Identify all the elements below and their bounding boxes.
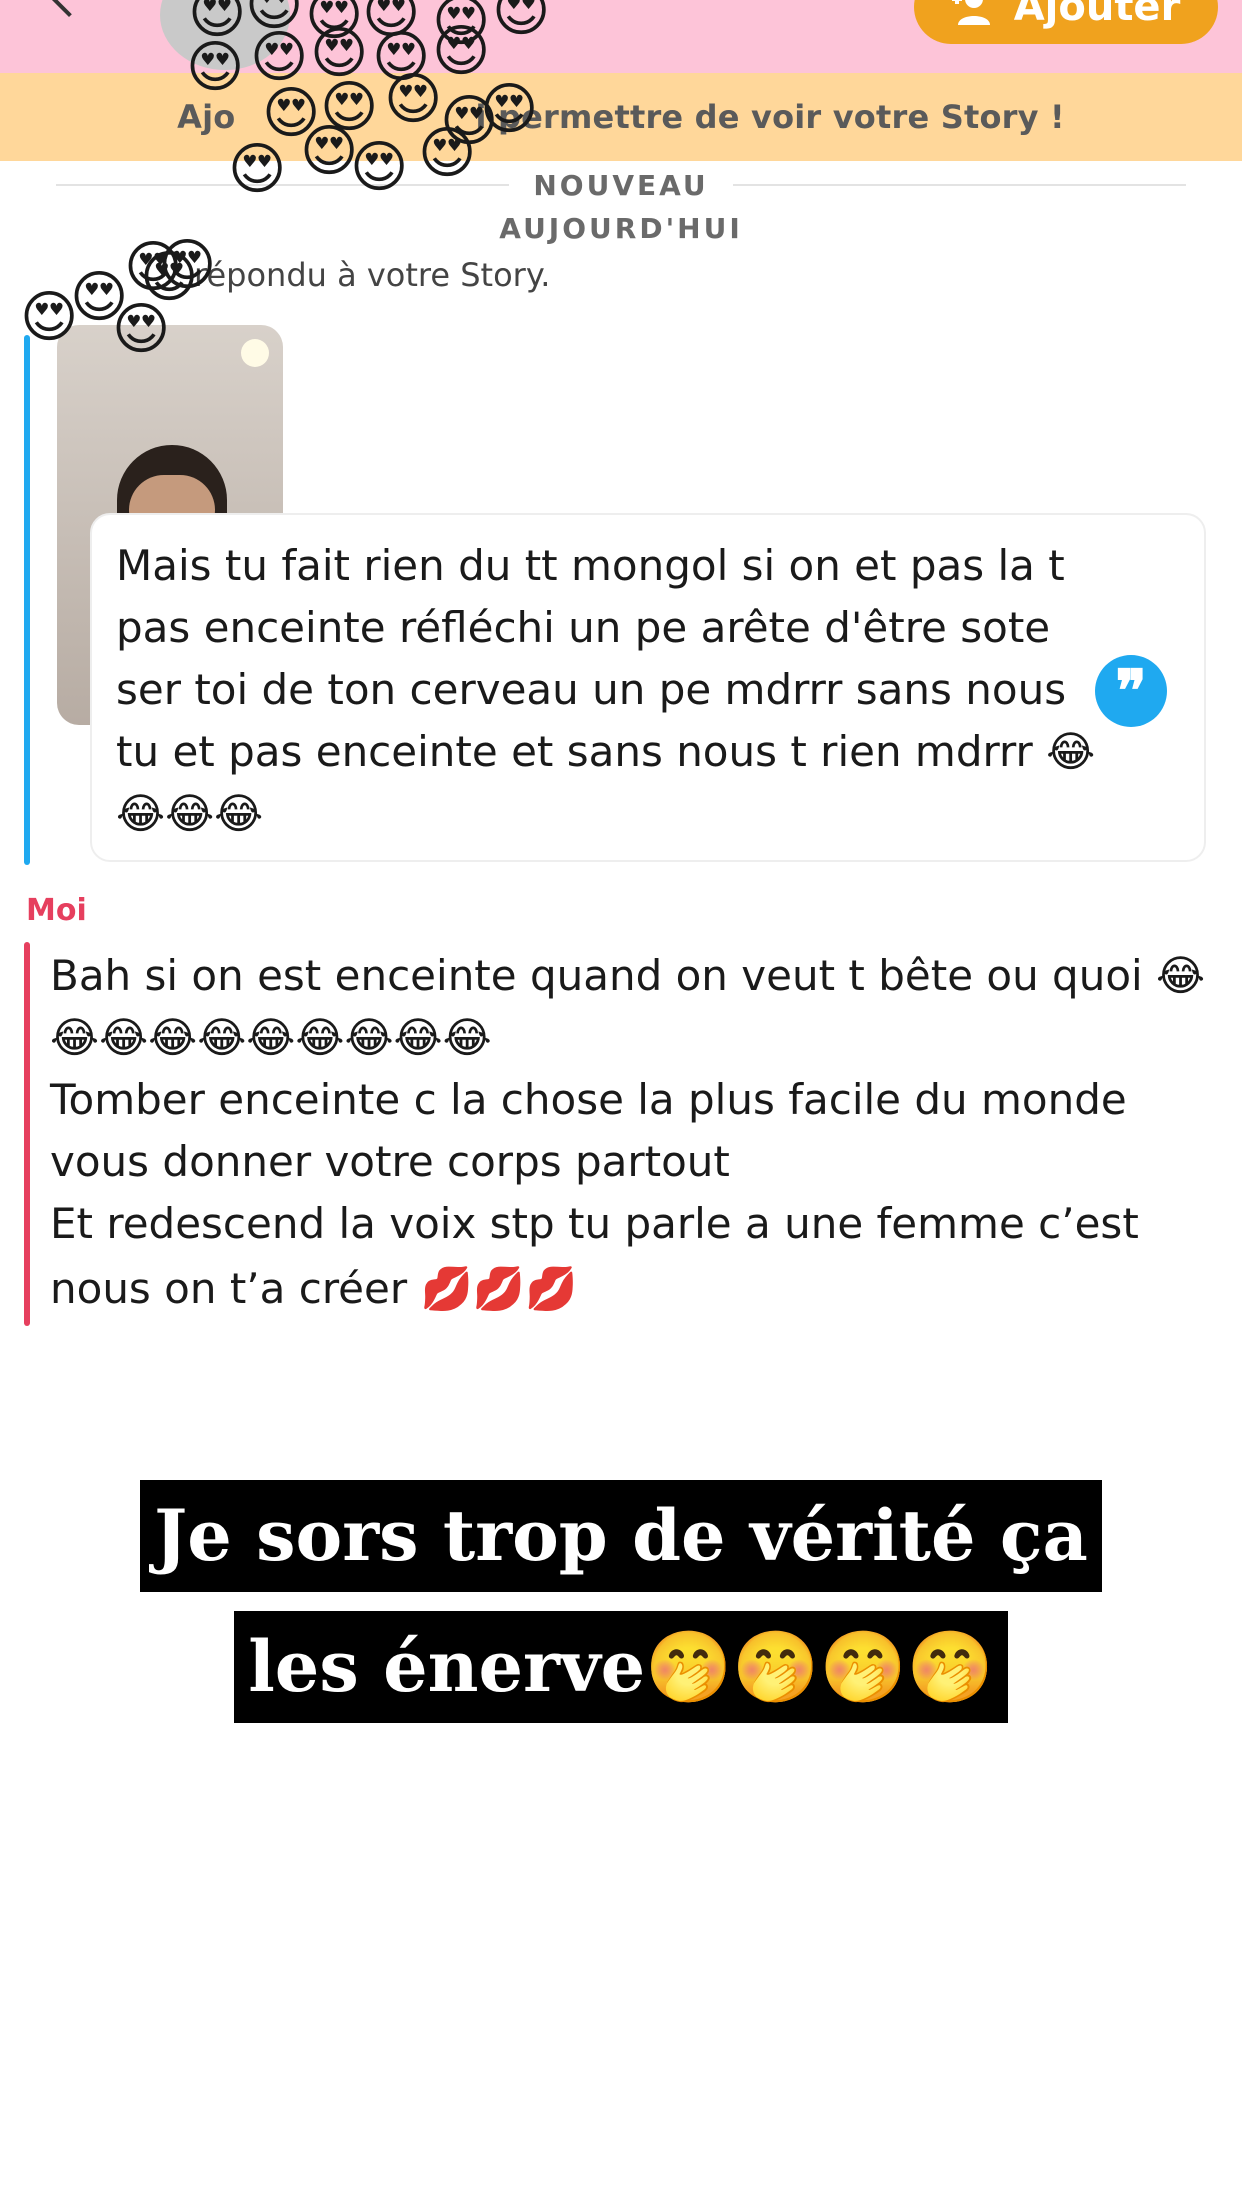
friend-reply-line: 😂😂😂 (116, 789, 264, 838)
my-message-line: Et redescend la voix stp tu parle a une … (50, 1199, 1139, 1248)
heart-eyes-emoji: 😍 (124, 235, 183, 300)
caption-text-2: les énerve🤭🤭🤭🤭 (234, 1611, 1008, 1723)
heart-eyes-emoji: 😍 (140, 245, 199, 310)
new-divider: NOUVEAU (56, 163, 1187, 207)
heart-eyes-emoji: 😍 (70, 265, 129, 330)
story-caption-line-1: Je sors trop de vérité ça (0, 1480, 1242, 1592)
add-person-icon (951, 0, 990, 25)
divider-line-right (732, 184, 1187, 186)
my-message-line: 😂😂😂😂😂😂😂😂😂 (50, 1013, 492, 1062)
chat-header: Ajouter (0, 0, 1242, 73)
quote-icon[interactable]: ❞ (1095, 655, 1167, 727)
friend-reply-card[interactable]: Mais tu fait rien du tt mongol si on et … (90, 513, 1206, 862)
friend-reply-line: ser toi de ton cerveau un pe mdrrr sans … (116, 665, 1067, 714)
my-message-line: Tomber enceinte c la chose la plus facil… (50, 1075, 1127, 1124)
thumbnail-light (241, 339, 269, 367)
friend-reply-line: pas enceinte réfléchi un pe arête d'être… (116, 603, 1051, 652)
story-reply-note: répondu à votre Story. (194, 256, 551, 294)
add-button-label: Ajouter (1013, 0, 1181, 30)
my-messages[interactable]: Bah si on est enceinte quand on veut t b… (50, 945, 1220, 1323)
my-message-line: Bah si on est enceinte quand on veut t b… (50, 951, 1206, 1000)
day-label: AUJOURD'HUI (499, 212, 743, 245)
divider-line-left (56, 184, 510, 186)
avatar[interactable] (160, 0, 290, 70)
friend-reply-text: Mais tu fait rien du tt mongol si on et … (116, 535, 1096, 845)
story-caption-line-2: les énerve🤭🤭🤭🤭 (0, 1611, 1242, 1723)
caption-text-1: Je sors trop de vérité ça (140, 1480, 1102, 1592)
friend-reply-line: Mais tu fait rien du tt mongol si on et … (116, 541, 1065, 590)
banner-text-start: Ajo (177, 98, 236, 136)
my-message-bar (24, 942, 30, 1326)
new-label: NOUVEAU (533, 168, 709, 202)
back-chevron-icon[interactable] (44, 0, 94, 18)
story-permission-banner[interactable]: Ajo i permettre de voir votre Story ! (0, 73, 1242, 161)
friend-reply-line: tu et pas enceinte et sans nous t rien m… (116, 727, 1096, 776)
banner-text-end: i permettre de voir votre Story ! (475, 98, 1065, 136)
sender-label-me: Moi (26, 893, 87, 928)
my-message-line: nous on t’a créer 💋💋💋 (50, 1264, 578, 1313)
add-friend-button[interactable]: Ajouter (914, 0, 1218, 44)
my-message-line: vous donner votre corps partout (50, 1137, 730, 1186)
friend-message-bar (24, 335, 30, 865)
